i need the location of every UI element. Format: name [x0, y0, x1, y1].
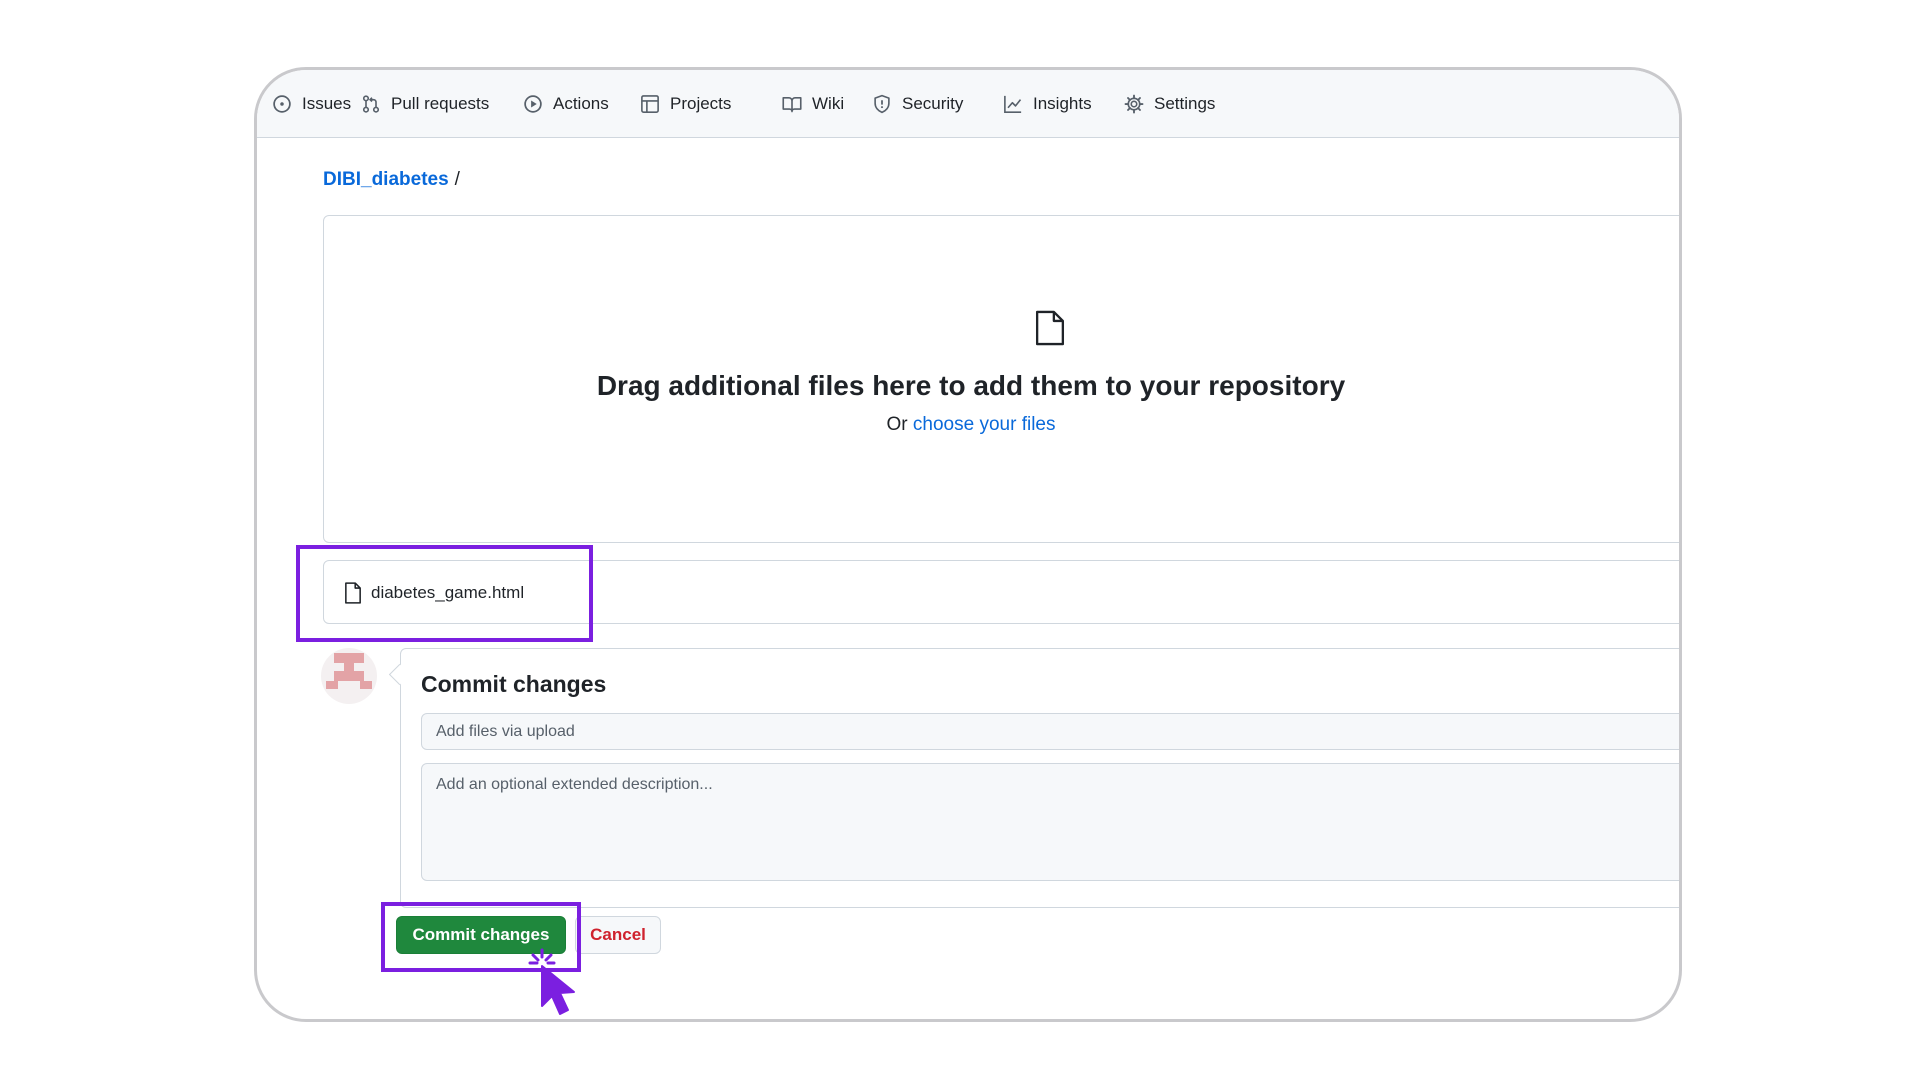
- dropzone-subtitle: Or choose your files: [257, 414, 1679, 436]
- play-icon: [524, 95, 542, 113]
- dropzone-prefix: Or: [886, 414, 908, 435]
- dropzone-title: Drag additional files here to add them t…: [596, 370, 1346, 401]
- tab-label: Pull requests: [391, 94, 490, 113]
- breadcrumb-separator: /: [454, 169, 460, 190]
- tab-wiki[interactable]: Wiki: [782, 70, 844, 138]
- tab-pull-requests[interactable]: Pull requests: [361, 70, 489, 138]
- tab-label: Actions: [553, 94, 609, 113]
- choose-files-link[interactable]: choose your files: [913, 414, 1056, 435]
- shield-icon: [874, 94, 890, 114]
- commit-changes-panel: Commit changes: [400, 648, 1679, 908]
- breadcrumb: DIBI_diabetes /: [323, 169, 460, 191]
- tab-label: Projects: [670, 94, 732, 113]
- tab-label: Insights: [1033, 94, 1092, 113]
- tab-label: Settings: [1154, 94, 1216, 113]
- tab-label: Security: [902, 94, 964, 113]
- avatar: [321, 648, 377, 704]
- repo-nav: Issues Pull requests Actions Projects Wi…: [257, 70, 1679, 138]
- tab-settings[interactable]: Settings: [1124, 70, 1215, 138]
- tab-label: Wiki: [812, 94, 845, 113]
- graph-icon: [1004, 95, 1022, 113]
- commit-summary-input[interactable]: [421, 713, 1679, 750]
- file-highlight-box: [296, 545, 593, 642]
- cursor-click-icon: [528, 948, 575, 1015]
- identicon-icon: [326, 653, 372, 689]
- gear-icon: [1124, 94, 1144, 114]
- issue-opened-icon: [273, 95, 291, 113]
- tab-projects[interactable]: Projects: [640, 70, 731, 138]
- table-icon: [641, 95, 659, 113]
- tab-actions[interactable]: Actions: [523, 70, 609, 138]
- git-pull-request-icon: [362, 95, 380, 113]
- tab-issues[interactable]: Issues: [272, 70, 351, 138]
- commit-description-input[interactable]: [421, 763, 1679, 881]
- breadcrumb-repo-link[interactable]: DIBI_diabetes: [323, 169, 449, 190]
- tab-label: Issues: [302, 94, 352, 113]
- book-icon: [782, 96, 802, 113]
- tab-security[interactable]: Security: [872, 70, 963, 138]
- tab-insights[interactable]: Insights: [1003, 70, 1092, 138]
- file-icon: [1035, 310, 1065, 346]
- commit-title: Commit changes: [421, 671, 607, 697]
